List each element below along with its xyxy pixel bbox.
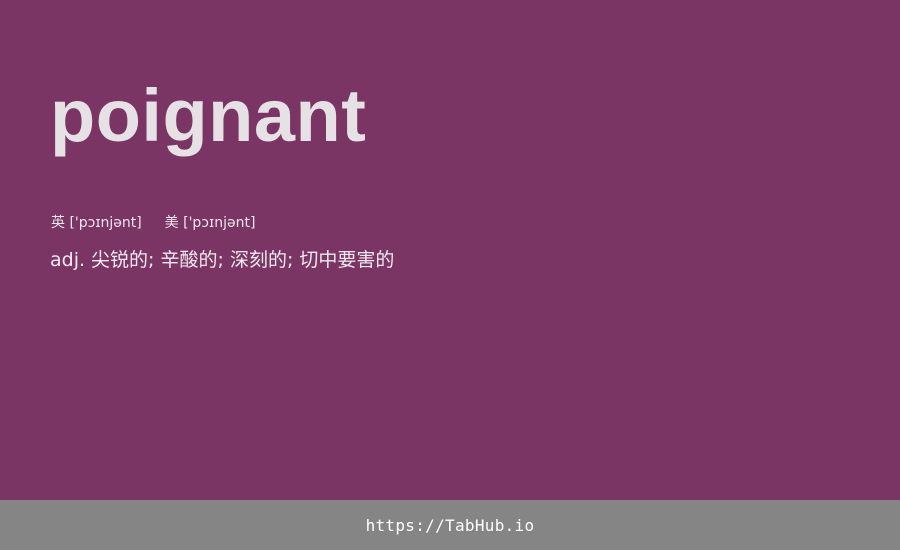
word-card: poignant 英 ['pɔɪnjənt] 美 ['pɔɪnjənt] adj… <box>0 0 900 500</box>
uk-ipa: ['pɔɪnjənt] <box>69 215 142 231</box>
us-label: 美 <box>164 215 179 231</box>
definition-text: adj. 尖锐的; 辛酸的; 深刻的; 切中要害的 <box>50 249 395 271</box>
footer-bar: https://TabHub.io <box>0 500 900 550</box>
headword: poignant <box>50 74 367 157</box>
uk-label: 英 <box>51 215 65 231</box>
tabhub-link[interactable]: https://TabHub.io <box>366 516 535 535</box>
phonetics-line: 英 ['pɔɪnjənt] 美 ['pɔɪnjənt] <box>51 213 255 233</box>
us-ipa: ['pɔɪnjənt] <box>183 215 256 231</box>
